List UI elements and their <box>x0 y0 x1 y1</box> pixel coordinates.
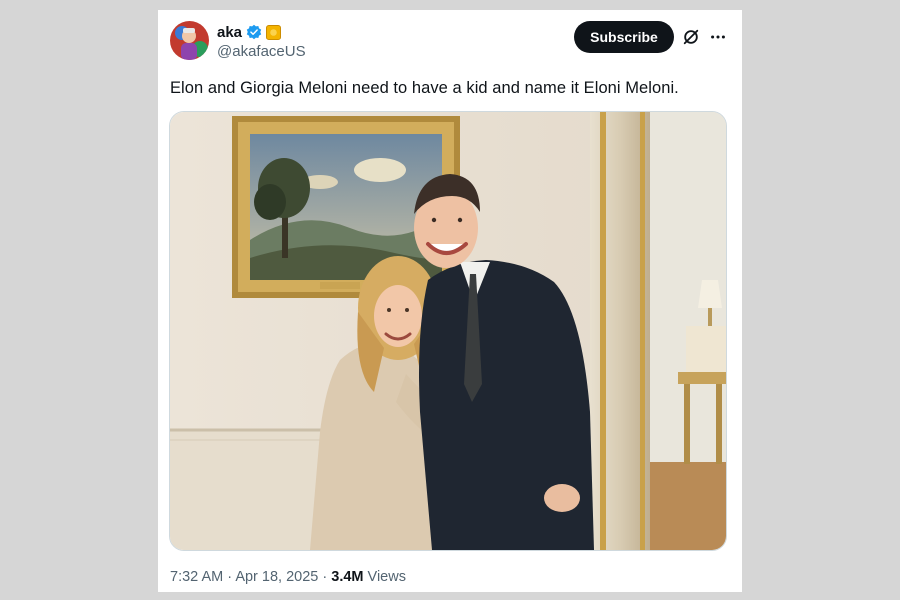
more-options-icon[interactable] <box>709 28 727 46</box>
views-count: 3.4M <box>331 569 364 585</box>
avatar-icon <box>170 21 209 60</box>
avatar[interactable] <box>170 21 209 60</box>
verified-badge-icon <box>246 24 262 40</box>
tweet-time[interactable]: 7:32 AM <box>170 569 223 585</box>
tweet-card: aka @akafaceUS Subscribe Elon and Giorgi… <box>158 10 742 592</box>
tweet-text: Elon and Giorgia Meloni need to have a k… <box>170 79 679 97</box>
tweet-meta: 7:32 AM · Apr 18, 2025 · 3.4M Views <box>170 569 406 585</box>
author-display-name[interactable]: aka <box>217 24 242 41</box>
orange-square-badge-icon <box>266 24 282 40</box>
meta-separator: · <box>322 569 328 585</box>
views-label: Views <box>367 569 406 585</box>
author-name-row: aka <box>217 23 282 41</box>
meta-separator: · <box>227 569 233 585</box>
grok-icon[interactable] <box>682 28 700 46</box>
tweet-date[interactable]: Apr 18, 2025 <box>235 569 318 585</box>
subscribe-button[interactable]: Subscribe <box>574 21 674 53</box>
photo-illustration <box>170 112 726 550</box>
tweet-photo[interactable] <box>169 111 727 551</box>
author-handle[interactable]: @akafaceUS <box>217 43 306 60</box>
